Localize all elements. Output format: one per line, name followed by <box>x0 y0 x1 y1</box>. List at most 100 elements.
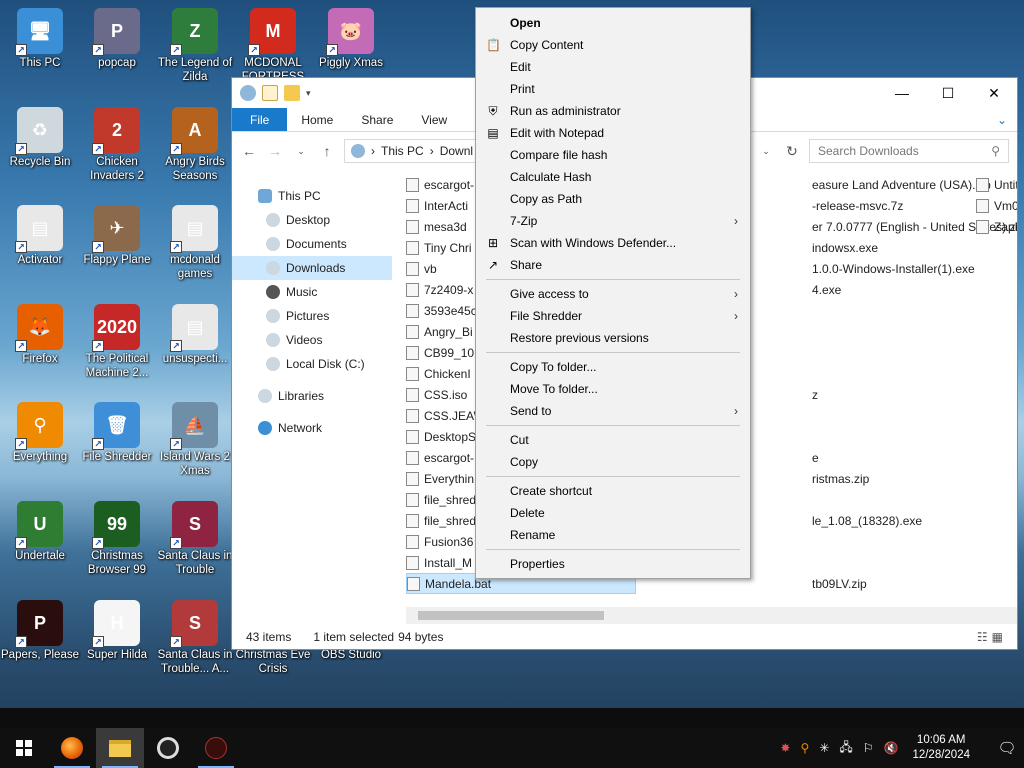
breadcrumb-downloads[interactable]: Downl <box>440 144 473 158</box>
nav-libraries[interactable]: Libraries <box>232 384 392 408</box>
nav-this-pc[interactable]: This PC <box>232 184 392 208</box>
menu-item-properties[interactable]: Properties <box>476 553 750 575</box>
desktop-icon[interactable]: ✈ ↗ Flappy Plane <box>77 201 157 267</box>
nav-desktop[interactable]: Desktop <box>232 208 392 232</box>
start-button[interactable] <box>0 728 48 768</box>
nav-local-disk[interactable]: Local Disk (C:) <box>232 352 392 376</box>
tray-app-icon[interactable]: ✸ <box>780 741 790 755</box>
menu-item-delete[interactable]: Delete <box>476 502 750 524</box>
search-input[interactable]: Search Downloads ⚲ <box>809 139 1009 163</box>
file-row[interactable]: ZapN <box>976 216 1017 237</box>
menu-item-open[interactable]: Open <box>476 12 750 34</box>
desktop-icon[interactable]: ♻ ↗ Recycle Bin <box>0 103 80 169</box>
close-button[interactable]: ✕ <box>971 78 1017 108</box>
desktop-icon[interactable]: U ↗ Undertale <box>0 497 80 563</box>
menu-item-copy-to-folder[interactable]: Copy To folder... <box>476 356 750 378</box>
taskbar-obs[interactable] <box>144 728 192 768</box>
desktop-icon[interactable]: M↗MCDONAL FORTRESS <box>233 4 313 84</box>
minimize-button[interactable]: — <box>879 78 925 108</box>
notification-icon[interactable]: 🗨 <box>990 739 1024 757</box>
desktop-icon[interactable]: H ↗ Super Hilda <box>77 596 157 662</box>
menu-item-file-shredder[interactable]: File Shredder › <box>476 305 750 327</box>
chevron-down-icon[interactable]: ▾ <box>306 88 311 99</box>
taskbar-file-explorer[interactable] <box>96 728 144 768</box>
file-row[interactable]: -release-msvc.7z <box>812 195 903 216</box>
desktop-icon[interactable]: S ↗ Santa Claus in Trouble <box>155 497 235 577</box>
menu-item-create-shortcut[interactable]: Create shortcut <box>476 480 750 502</box>
file-row[interactable]: 4.exe <box>812 279 841 300</box>
address-dropdown-icon[interactable]: ⌄ <box>757 146 775 157</box>
desktop-icon[interactable]: A ↗ Angry Birds Seasons <box>155 103 235 183</box>
menu-item-cut[interactable]: Cut <box>476 429 750 451</box>
desktop-icon[interactable]: 2 ↗ Chicken Invaders 2 <box>77 103 157 183</box>
nav-pictures[interactable]: Pictures <box>232 304 392 328</box>
tab-home[interactable]: Home <box>287 108 347 131</box>
desktop-icon[interactable]: ▤ ↗ mcdonald games <box>155 201 235 281</box>
file-row[interactable]: le_1.08_(18328).exe <box>812 510 922 531</box>
nav-videos[interactable]: Videos <box>232 328 392 352</box>
desktop-icon[interactable]: 🗑 ↗ File Shredder <box>77 398 157 464</box>
action-tray-icon[interactable]: ⚐ <box>863 741 874 755</box>
scrollbar-thumb[interactable] <box>418 611 604 620</box>
menu-item-move-to-folder[interactable]: Move To folder... <box>476 378 750 400</box>
menu-item-print[interactable]: Print <box>476 78 750 100</box>
file-row[interactable]: indowsx.exe <box>812 237 878 258</box>
menu-item-edit-with-notepad[interactable]: ▤ Edit with Notepad <box>476 122 750 144</box>
menu-item-give-access-to[interactable]: Give access to › <box>476 283 750 305</box>
desktop-icon[interactable]: P ↗ Papers, Please <box>0 596 80 662</box>
file-row[interactable]: Vm0 <box>976 195 1017 216</box>
ribbon-expand-icon[interactable]: ⌄ <box>997 108 1017 131</box>
menu-item-edit[interactable]: Edit <box>476 56 750 78</box>
tab-view[interactable]: View <box>407 108 461 131</box>
file-row[interactable]: e <box>812 447 819 468</box>
desktop-icon[interactable]: ⛵ ↗ Island Wars 2 Xmas <box>155 398 235 478</box>
desktop-icon[interactable]: P ↗ popcap <box>77 4 157 70</box>
recent-chevron-icon[interactable]: ⌄ <box>292 146 310 157</box>
tray-sparkle-icon[interactable]: ✳ <box>819 741 829 755</box>
properties-icon[interactable] <box>262 85 278 101</box>
menu-item-7-zip[interactable]: 7-Zip › <box>476 210 750 232</box>
forward-arrow-icon[interactable]: → <box>266 143 284 159</box>
file-row[interactable]: z <box>812 384 818 405</box>
menu-item-copy[interactable]: Copy <box>476 451 750 473</box>
desktop-icon[interactable]: ▤ ↗ Activator <box>0 201 80 267</box>
menu-item-compare-file-hash[interactable]: Compare file hash <box>476 144 750 166</box>
file-row[interactable]: Untit <box>976 174 1017 195</box>
desktop-icon[interactable]: ⚲ ↗ Everything <box>0 398 80 464</box>
desktop-icon[interactable]: 99 ↗ Christmas Browser 99 <box>77 497 157 577</box>
tab-share[interactable]: Share <box>347 108 407 131</box>
taskbar-firefox[interactable] <box>48 728 96 768</box>
nav-documents[interactable]: Documents <box>232 232 392 256</box>
network-tray-icon[interactable]: 🖧 <box>839 738 852 759</box>
menu-item-copy-as-path[interactable]: Copy as Path <box>476 188 750 210</box>
desktop-icon[interactable]: S ↗ Santa Claus in Trouble... A... <box>155 596 235 676</box>
desktop-icon[interactable]: 🐷 ↗ Piggly Xmas <box>311 4 391 70</box>
file-row[interactable]: ristmas.zip <box>812 468 869 489</box>
menu-item-calculate-hash[interactable]: Calculate Hash <box>476 166 750 188</box>
breadcrumb-this-pc[interactable]: This PC <box>381 144 424 158</box>
desktop-icon[interactable]: ▤ ↗ unsuspecti... <box>155 300 235 366</box>
taskbar-papers-please[interactable] <box>192 728 240 768</box>
menu-item-run-as-administrator[interactable]: ⛨ Run as administrator <box>476 100 750 122</box>
nav-downloads[interactable]: Downloads <box>232 256 392 280</box>
menu-item-send-to[interactable]: Send to › <box>476 400 750 422</box>
horizontal-scrollbar[interactable] <box>406 607 1017 624</box>
view-toggle-icons[interactable]: ☷▦ <box>977 630 1017 644</box>
context-menu[interactable]: Open 📋 Copy Content Edit Print ⛨ Run as admini… <box>475 7 751 579</box>
up-arrow-icon[interactable]: ↑ <box>318 143 336 159</box>
new-folder-icon[interactable] <box>284 85 300 101</box>
clock[interactable]: 10:06 AM 12/28/2024 <box>912 733 970 763</box>
menu-item-rename[interactable]: Rename <box>476 524 750 546</box>
back-arrow-icon[interactable]: ← <box>240 143 258 159</box>
desktop-icon[interactable]: 2020 ↗ The Political Machine 2... <box>77 300 157 380</box>
menu-item-share[interactable]: ↗ Share <box>476 254 750 276</box>
tab-file[interactable]: File <box>232 108 288 131</box>
menu-item-scan-with-windows-defender[interactable]: ⊞ Scan with Windows Defender... <box>476 232 750 254</box>
file-row[interactable]: tb09LV.zip <box>812 573 867 594</box>
nav-music[interactable]: Music <box>232 280 392 304</box>
refresh-icon[interactable]: ↻ <box>783 143 801 160</box>
volume-muted-icon[interactable]: 🔇 <box>883 741 898 755</box>
nav-network[interactable]: Network <box>232 416 392 440</box>
everything-tray-icon[interactable]: ⚲ <box>800 741 809 755</box>
desktop-icon[interactable]: Z ↗ The Legend of Zilda <box>155 4 235 84</box>
